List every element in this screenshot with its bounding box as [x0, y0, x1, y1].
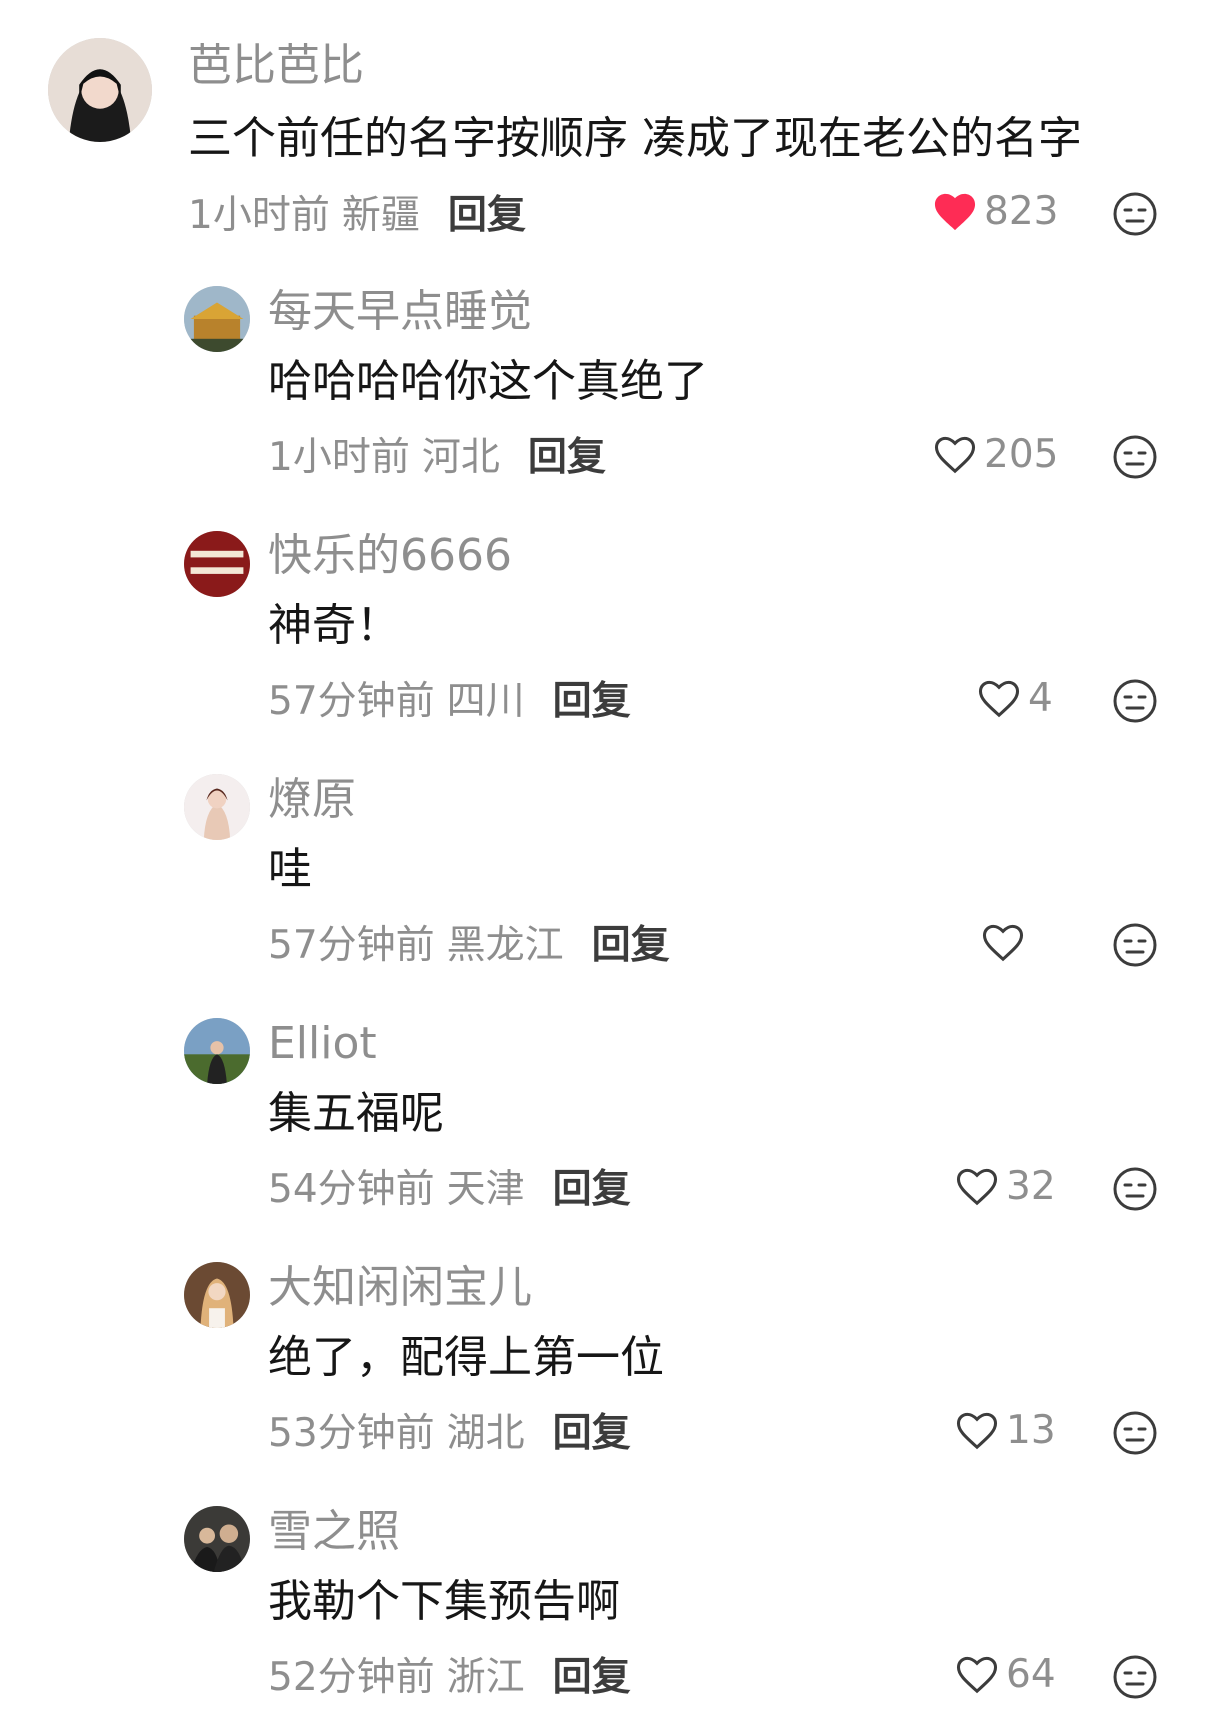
like-button[interactable]: 64 — [954, 1653, 1056, 1695]
like-button[interactable]: 823 — [932, 190, 1058, 232]
like-button[interactable]: 32 — [954, 1165, 1056, 1207]
like-count: 4 — [1028, 675, 1053, 721]
reply-button[interactable]: 回复 — [553, 1167, 631, 1212]
comment-meta: 52分钟前 浙江 回复 — [268, 1658, 631, 1697]
dislike-face-icon[interactable] — [1112, 1410, 1158, 1456]
comment-location: 天津 — [446, 1167, 525, 1212]
comment-item: 芭比芭比 三个前任的名字按顺序 凑成了现在老公的名字 1小时前 新疆 回复 823 — [0, 0, 1223, 240]
comment-text: 哇 — [268, 844, 312, 895]
dislike-face-icon[interactable] — [1112, 1166, 1158, 1212]
comment-location: 新疆 — [341, 193, 420, 238]
avatar[interactable] — [184, 1018, 250, 1084]
comment-time: 57分钟前 — [268, 679, 435, 724]
comment-location: 湖北 — [446, 1411, 525, 1456]
comment-location: 浙江 — [446, 1655, 525, 1700]
comment-time: 52分钟前 — [268, 1655, 435, 1700]
username[interactable]: 芭比芭比 — [188, 44, 364, 88]
reply-button[interactable]: 回复 — [553, 1655, 631, 1700]
username[interactable]: Elliot — [268, 1022, 377, 1066]
dislike-face-icon[interactable] — [1112, 1654, 1158, 1700]
dislike-face-icon[interactable] — [1112, 922, 1158, 968]
comment-meta: 1小时前 新疆 回复 — [188, 196, 526, 235]
comment-time: 57分钟前 — [268, 923, 435, 968]
username[interactable]: 燎原 — [268, 778, 356, 822]
comment-meta: 57分钟前 四川 回复 — [268, 682, 631, 721]
like-count: 205 — [984, 431, 1059, 477]
username[interactable]: 大知闲闲宝儿 — [268, 1266, 532, 1310]
comment-time: 1小时前 — [268, 435, 410, 480]
dislike-face-icon[interactable] — [1112, 678, 1158, 724]
heart-icon — [932, 433, 978, 475]
heart-icon — [932, 190, 978, 232]
heart-icon — [954, 1165, 1000, 1207]
like-button[interactable]: 13 — [954, 1409, 1056, 1451]
comment-meta: 54分钟前 天津 回复 — [268, 1170, 631, 1209]
comment-text: 我勒个下集预告啊 — [268, 1576, 620, 1627]
avatar[interactable] — [184, 774, 250, 840]
heart-icon — [954, 1653, 1000, 1695]
avatar[interactable] — [184, 1506, 250, 1572]
reply-button[interactable]: 回复 — [553, 679, 631, 724]
heart-icon — [954, 1409, 1000, 1451]
username[interactable]: 雪之照 — [268, 1510, 400, 1554]
like-button[interactable]: 4 — [976, 677, 1053, 719]
like-count: 64 — [1006, 1651, 1056, 1697]
comment-meta: 53分钟前 湖北 回复 — [268, 1414, 631, 1453]
comment-time: 54分钟前 — [268, 1167, 435, 1212]
reply-button[interactable]: 回复 — [592, 923, 670, 968]
comment-text: 三个前任的名字按顺序 凑成了现在老公的名字 — [188, 113, 1082, 164]
like-count: 823 — [984, 188, 1059, 234]
comment-time: 53分钟前 — [268, 1411, 435, 1456]
heart-icon — [976, 677, 1022, 719]
comment-text: 哈哈哈哈你这个真绝了 — [268, 356, 708, 407]
comment-text: 神奇！ — [268, 600, 400, 651]
avatar[interactable] — [184, 1262, 250, 1328]
comment-location: 黑龙江 — [446, 923, 564, 968]
avatar[interactable] — [184, 531, 250, 597]
reply-button[interactable]: 回复 — [553, 1411, 631, 1456]
dislike-face-icon[interactable] — [1112, 191, 1158, 237]
heart-icon — [980, 921, 1026, 963]
reply-button[interactable]: 回复 — [528, 435, 606, 480]
comment-location: 河北 — [421, 435, 500, 480]
like-count: 13 — [1006, 1407, 1056, 1453]
reply-button[interactable]: 回复 — [448, 193, 526, 238]
like-count: 32 — [1006, 1163, 1056, 1209]
comment-meta: 57分钟前 黑龙江 回复 — [268, 926, 670, 965]
comment-time: 1小时前 — [188, 193, 330, 238]
dislike-face-icon[interactable] — [1112, 434, 1158, 480]
comment-meta: 1小时前 河北 回复 — [268, 438, 606, 477]
like-button[interactable]: 205 — [932, 433, 1058, 475]
comment-text: 集五福呢 — [268, 1088, 444, 1139]
like-button[interactable] — [980, 921, 1032, 963]
comment-text: 绝了，配得上第一位 — [268, 1332, 664, 1383]
username[interactable]: 每天早点睡觉 — [268, 290, 532, 334]
comment-location: 四川 — [446, 679, 525, 724]
avatar[interactable] — [184, 286, 250, 352]
avatar[interactable] — [48, 38, 152, 142]
username[interactable]: 快乐的6666 — [268, 534, 512, 578]
